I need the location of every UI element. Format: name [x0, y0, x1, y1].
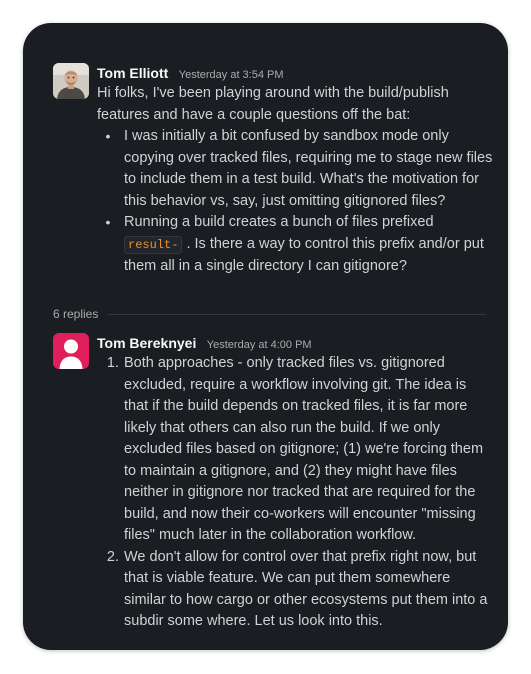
author-name[interactable]: Tom Elliott — [97, 65, 168, 81]
numbered-item: 2. We don't allow for control over that … — [97, 547, 494, 633]
timestamp[interactable]: Yesterday at 4:00 PM — [207, 339, 312, 351]
divider-line — [108, 313, 486, 315]
replies-divider: 6 replies — [53, 306, 486, 322]
numbered-item: 1. Both approaches - only tracked files … — [97, 353, 494, 547]
item-text: Both approaches - only tracked files vs.… — [124, 355, 484, 543]
item-number: 2. — [106, 548, 119, 565]
message-content: Tom Bereknyei Yesterday at 4:00 PM 1. Bo… — [97, 333, 494, 633]
bullet-list: • I was initially a bit confused by sand… — [97, 126, 494, 278]
thread-card: Tom Elliott Yesterday at 3:54 PM Hi folk… — [23, 23, 508, 650]
bullet-dot-icon: • — [105, 214, 111, 230]
item-number: 1. — [106, 355, 119, 371]
replies-count[interactable]: 6 replies — [53, 307, 98, 321]
item-text: We don't allow for control over that pre… — [124, 548, 488, 630]
bullet-item: • I was initially a bit confused by sand… — [97, 126, 494, 212]
timestamp[interactable]: Yesterday at 3:54 PM — [179, 69, 284, 81]
message-header: Tom Bereknyei Yesterday at 4:00 PM — [97, 333, 494, 353]
message-body: Hi folks, I've been playing around with … — [97, 83, 494, 278]
inline-code: result- — [124, 235, 183, 254]
user-photo-icon[interactable] — [53, 63, 89, 99]
bullet-text: I was initially a bit confused by sandbo… — [124, 128, 493, 209]
author-name[interactable]: Tom Bereknyei — [97, 335, 196, 351]
message-body: 1. Both approaches - only tracked files … — [97, 353, 494, 633]
bullet-item: • Running a build creates a bunch of fil… — [97, 212, 494, 278]
bullet-dot-icon: • — [105, 128, 111, 144]
default-user-avatar-icon[interactable] — [53, 333, 89, 369]
message-content: Tom Elliott Yesterday at 3:54 PM Hi folk… — [97, 63, 494, 278]
numbered-list: 1. Both approaches - only tracked files … — [97, 353, 494, 633]
message-header: Tom Elliott Yesterday at 3:54 PM — [97, 63, 494, 83]
bullet-text-before-code: Running a build creates a bunch of files… — [124, 214, 434, 230]
message-intro: Hi folks, I've been playing around with … — [97, 85, 449, 123]
